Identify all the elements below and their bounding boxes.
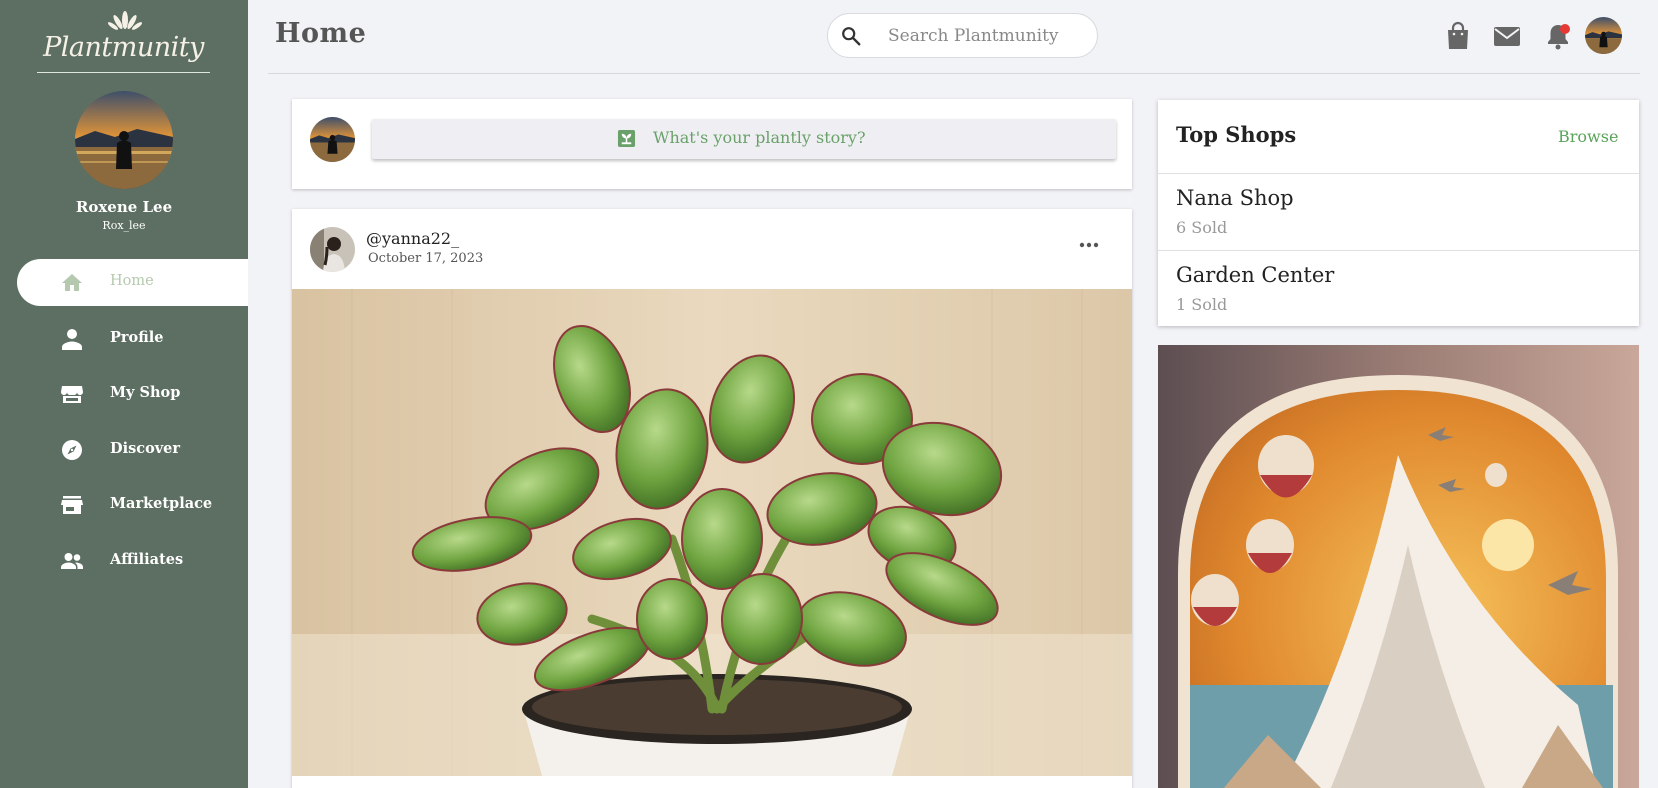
person-icon: [62, 328, 82, 350]
top-shops-card: Top Shops Browse Nana Shop 6 Sold Garden…: [1158, 100, 1639, 326]
header-divider: [268, 73, 1640, 74]
people-icon: [61, 552, 83, 569]
mail-icon[interactable]: [1492, 21, 1522, 51]
sidebar-item-marketplace[interactable]: Marketplace: [0, 481, 248, 528]
browse-shops-link[interactable]: Browse: [1558, 127, 1618, 146]
story-composer: What's your plantly story?: [292, 99, 1132, 189]
sidebar-item-label: Marketplace: [110, 495, 213, 512]
sidebar-item-my-shop[interactable]: My Shop: [0, 370, 248, 417]
post-date: October 17, 2023: [368, 251, 484, 266]
post-author-avatar[interactable]: [310, 227, 355, 272]
sidebar-item-label: My Shop: [110, 384, 181, 401]
brand-logo[interactable]: Plantmunity: [36, 8, 211, 74]
plantly-story-prompt: What's your plantly story?: [653, 128, 866, 147]
page-title: Home: [275, 18, 367, 49]
storefront-icon: [61, 386, 83, 403]
shop-list-item[interactable]: Nana Shop 6 Sold: [1158, 173, 1639, 250]
logo-divider: [37, 72, 210, 73]
header-avatar-photo: [1585, 17, 1622, 54]
header-avatar[interactable]: [1585, 17, 1622, 54]
plant-story-icon: [617, 129, 636, 148]
user-name: Roxene Lee: [75, 198, 173, 216]
compass-icon: [62, 439, 82, 460]
promo-banner[interactable]: [1158, 345, 1639, 788]
paper-art-mountain-image: [1158, 345, 1639, 788]
sidebar-item-discover[interactable]: Discover: [0, 426, 248, 473]
shopping-bag-icon[interactable]: [1443, 21, 1473, 51]
sidebar-item-profile[interactable]: Profile: [0, 315, 248, 362]
search-input[interactable]: Search Plantmunity: [888, 26, 1059, 46]
sidebar-item-label: Affiliates: [110, 550, 184, 568]
home-icon: [62, 274, 82, 291]
shop-list-item[interactable]: Garden Center 1 Sold: [1158, 250, 1639, 326]
search-icon: [842, 27, 861, 46]
feed-post: @yanna22_ October 17, 2023: [292, 209, 1132, 788]
sidebar-item-label: Profile: [110, 328, 164, 346]
plantly-story-button[interactable]: What's your plantly story?: [372, 119, 1116, 159]
post-image[interactable]: [292, 289, 1132, 776]
sidebar-nav: Home Profile My Shop Discover Marketplac…: [0, 259, 248, 592]
sidebar-item-label: Discover: [110, 439, 181, 457]
notification-badge: [1560, 24, 1570, 34]
store-icon: [61, 496, 83, 514]
composer-avatar-photo: [310, 117, 355, 162]
more-options-icon[interactable]: [1078, 239, 1100, 251]
sidebar-item-home[interactable]: Home: [17, 259, 248, 306]
shop-sold-count: 6 Sold: [1176, 218, 1228, 237]
search-bar[interactable]: Search Plantmunity: [827, 13, 1098, 58]
user-avatar[interactable]: [75, 91, 173, 189]
sidebar: Plantmunity Roxene Lee Rox_lee Home Prof…: [0, 0, 248, 788]
sidebar-item-affiliates[interactable]: Affiliates: [0, 537, 248, 584]
shop-name: Nana Shop: [1176, 186, 1294, 210]
post-username[interactable]: @yanna22_: [366, 229, 459, 248]
composer-avatar: [310, 117, 355, 162]
post-author-avatar-photo: [310, 227, 355, 272]
jade-plant-photo: [292, 289, 1132, 776]
shop-sold-count: 1 Sold: [1176, 295, 1228, 314]
top-shops-title: Top Shops: [1176, 122, 1297, 147]
user-avatar-photo: [75, 91, 173, 189]
shop-name: Garden Center: [1176, 263, 1335, 287]
sidebar-item-label: Home: [110, 273, 154, 289]
user-handle: Rox_lee: [102, 219, 146, 232]
brand-wordmark: Plantmunity: [43, 32, 204, 63]
